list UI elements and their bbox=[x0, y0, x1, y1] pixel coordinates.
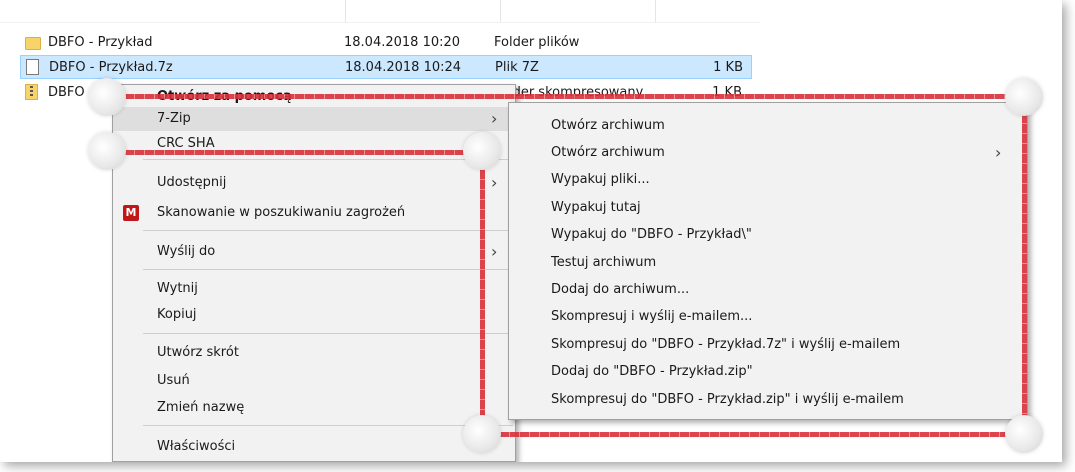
menu-item-scan[interactable]: M Skanowanie w poszukiwaniu zagrożeń bbox=[113, 201, 515, 225]
submenu-item-open-archive[interactable]: Otwórz archiwum bbox=[509, 112, 1027, 139]
file-icon bbox=[26, 59, 39, 75]
column-header-row bbox=[0, 0, 760, 23]
folder-icon bbox=[25, 36, 41, 50]
menu-item-label: Wyślij do bbox=[157, 244, 216, 259]
submenu-item-extract-here[interactable]: Wypakuj tutaj bbox=[509, 194, 1027, 221]
mcafee-shield-icon: M bbox=[123, 205, 139, 221]
submenu-item-label: Wypakuj do "DBFO - Przykład\" bbox=[551, 227, 752, 242]
submenu-item-compress-7z-email[interactable]: Skompresuj do "DBFO - Przykład.7z" i wyś… bbox=[509, 331, 1027, 358]
submenu-item-label: Testuj archiwum bbox=[551, 255, 657, 270]
annotation-line bbox=[480, 432, 1028, 437]
chevron-right-icon: › bbox=[491, 109, 498, 128]
file-date: 18.04.2018 10:24 bbox=[345, 59, 462, 75]
menu-item-label: Wytnij bbox=[157, 281, 198, 296]
file-date: 18.04.2018 10:20 bbox=[344, 34, 461, 50]
menu-item-create-shortcut[interactable]: Utwórz skrót bbox=[113, 341, 515, 365]
menu-item-label: Skanowanie w poszukiwaniu zagrożeń bbox=[157, 205, 406, 220]
annotation-line bbox=[1022, 94, 1027, 436]
submenu-item-add-to-zip[interactable]: Dodaj do "DBFO - Przykład.zip" bbox=[509, 358, 1027, 385]
file-row-selected[interactable]: DBFO - Przykład.7z 18.04.2018 10:24 Plik… bbox=[20, 55, 752, 79]
annotation-handle[interactable] bbox=[88, 78, 126, 116]
submenu-item-compress-zip-email[interactable]: Skompresuj do "DBFO - Przykład.zip" i wy… bbox=[509, 386, 1027, 413]
column-separator[interactable] bbox=[655, 0, 656, 22]
menu-item-cut[interactable]: Wytnij bbox=[113, 277, 515, 301]
file-size: 1 KB bbox=[713, 59, 743, 75]
submenu-item-label: Otwórz archiwum bbox=[551, 145, 665, 160]
menu-separator bbox=[143, 159, 513, 160]
annotation-handle[interactable] bbox=[1005, 415, 1043, 453]
submenu-item-open-archive-more[interactable]: Otwórz archiwum › bbox=[509, 139, 1027, 166]
context-menu: Otwórz za pomocą 7-Zip › CRC SHA › Udost… bbox=[112, 84, 516, 462]
submenu-item-label: Skompresuj i wyślij e-mailem... bbox=[551, 309, 753, 324]
menu-item-label: Utwórz skrót bbox=[157, 345, 239, 360]
annotation-handle[interactable] bbox=[463, 415, 501, 453]
menu-separator bbox=[143, 425, 513, 426]
zip-folder-icon bbox=[25, 84, 38, 100]
submenu-item-label: Dodaj do "DBFO - Przykład.zip" bbox=[551, 364, 753, 379]
menu-item-copy[interactable]: Kopiuj bbox=[113, 303, 515, 327]
explorer-window: DBFO - Przykład 18.04.2018 10:20 Folder … bbox=[0, 0, 1062, 462]
zip-submenu: Otwórz archiwum Otwórz archiwum › Wypaku… bbox=[508, 102, 1028, 420]
annotation-line bbox=[105, 150, 485, 155]
menu-item-delete[interactable]: Usuń bbox=[113, 369, 515, 393]
menu-item-label: Właściwości bbox=[157, 439, 236, 454]
chevron-right-icon: › bbox=[491, 173, 498, 192]
submenu-item-add-to-archive[interactable]: Dodaj do archiwum... bbox=[509, 276, 1027, 303]
submenu-item-label: Otwórz archiwum bbox=[551, 118, 665, 133]
menu-item-label: Udostępnij bbox=[157, 175, 227, 190]
menu-item-7zip[interactable]: 7-Zip › bbox=[113, 107, 515, 131]
menu-item-send-to[interactable]: Wyślij do › bbox=[113, 240, 515, 264]
submenu-item-label: Wypakuj pliki... bbox=[551, 172, 650, 187]
menu-item-rename[interactable]: Zmień nazwę bbox=[113, 396, 515, 420]
file-name: DBFO - Przykład bbox=[48, 34, 153, 50]
file-name: DBFO - Przykład.7z bbox=[49, 59, 173, 75]
submenu-item-label: Skompresuj do "DBFO - Przykład.7z" i wyś… bbox=[551, 337, 901, 352]
submenu-item-label: Skompresuj do "DBFO - Przykład.zip" i wy… bbox=[551, 392, 904, 407]
chevron-right-icon: › bbox=[491, 242, 498, 261]
menu-separator bbox=[143, 230, 513, 231]
menu-separator bbox=[143, 333, 513, 334]
annotation-handle[interactable] bbox=[463, 132, 501, 170]
menu-item-label: Kopiuj bbox=[157, 307, 197, 322]
annotation-line bbox=[480, 150, 485, 435]
file-row[interactable]: DBFO - Przykład 18.04.2018 10:20 Folder … bbox=[20, 30, 752, 54]
menu-item-label: 7-Zip bbox=[157, 111, 191, 126]
submenu-item-extract-files[interactable]: Wypakuj pliki... bbox=[509, 166, 1027, 193]
annotation-handle[interactable] bbox=[1005, 78, 1043, 116]
file-type: Plik 7Z bbox=[495, 59, 539, 75]
column-separator[interactable] bbox=[345, 0, 346, 22]
submenu-item-label: Wypakuj tutaj bbox=[551, 200, 641, 215]
annotation-handle[interactable] bbox=[88, 132, 126, 170]
file-type: Folder plików bbox=[494, 34, 580, 50]
menu-item-label: Usuń bbox=[157, 373, 190, 388]
menu-item-properties[interactable]: Właściwości bbox=[113, 435, 515, 459]
menu-item-share[interactable]: Udostępnij › bbox=[113, 171, 515, 195]
menu-item-label: Zmień nazwę bbox=[157, 400, 245, 415]
annotation-line bbox=[115, 94, 1025, 99]
submenu-item-compress-email[interactable]: Skompresuj i wyślij e-mailem... bbox=[509, 303, 1027, 330]
chevron-right-icon: › bbox=[995, 143, 1002, 162]
menu-separator bbox=[143, 269, 513, 270]
submenu-item-extract-to[interactable]: Wypakuj do "DBFO - Przykład\" bbox=[509, 221, 1027, 248]
submenu-item-test-archive[interactable]: Testuj archiwum bbox=[509, 249, 1027, 276]
submenu-item-label: Dodaj do archiwum... bbox=[551, 282, 690, 297]
column-separator[interactable] bbox=[500, 0, 501, 22]
